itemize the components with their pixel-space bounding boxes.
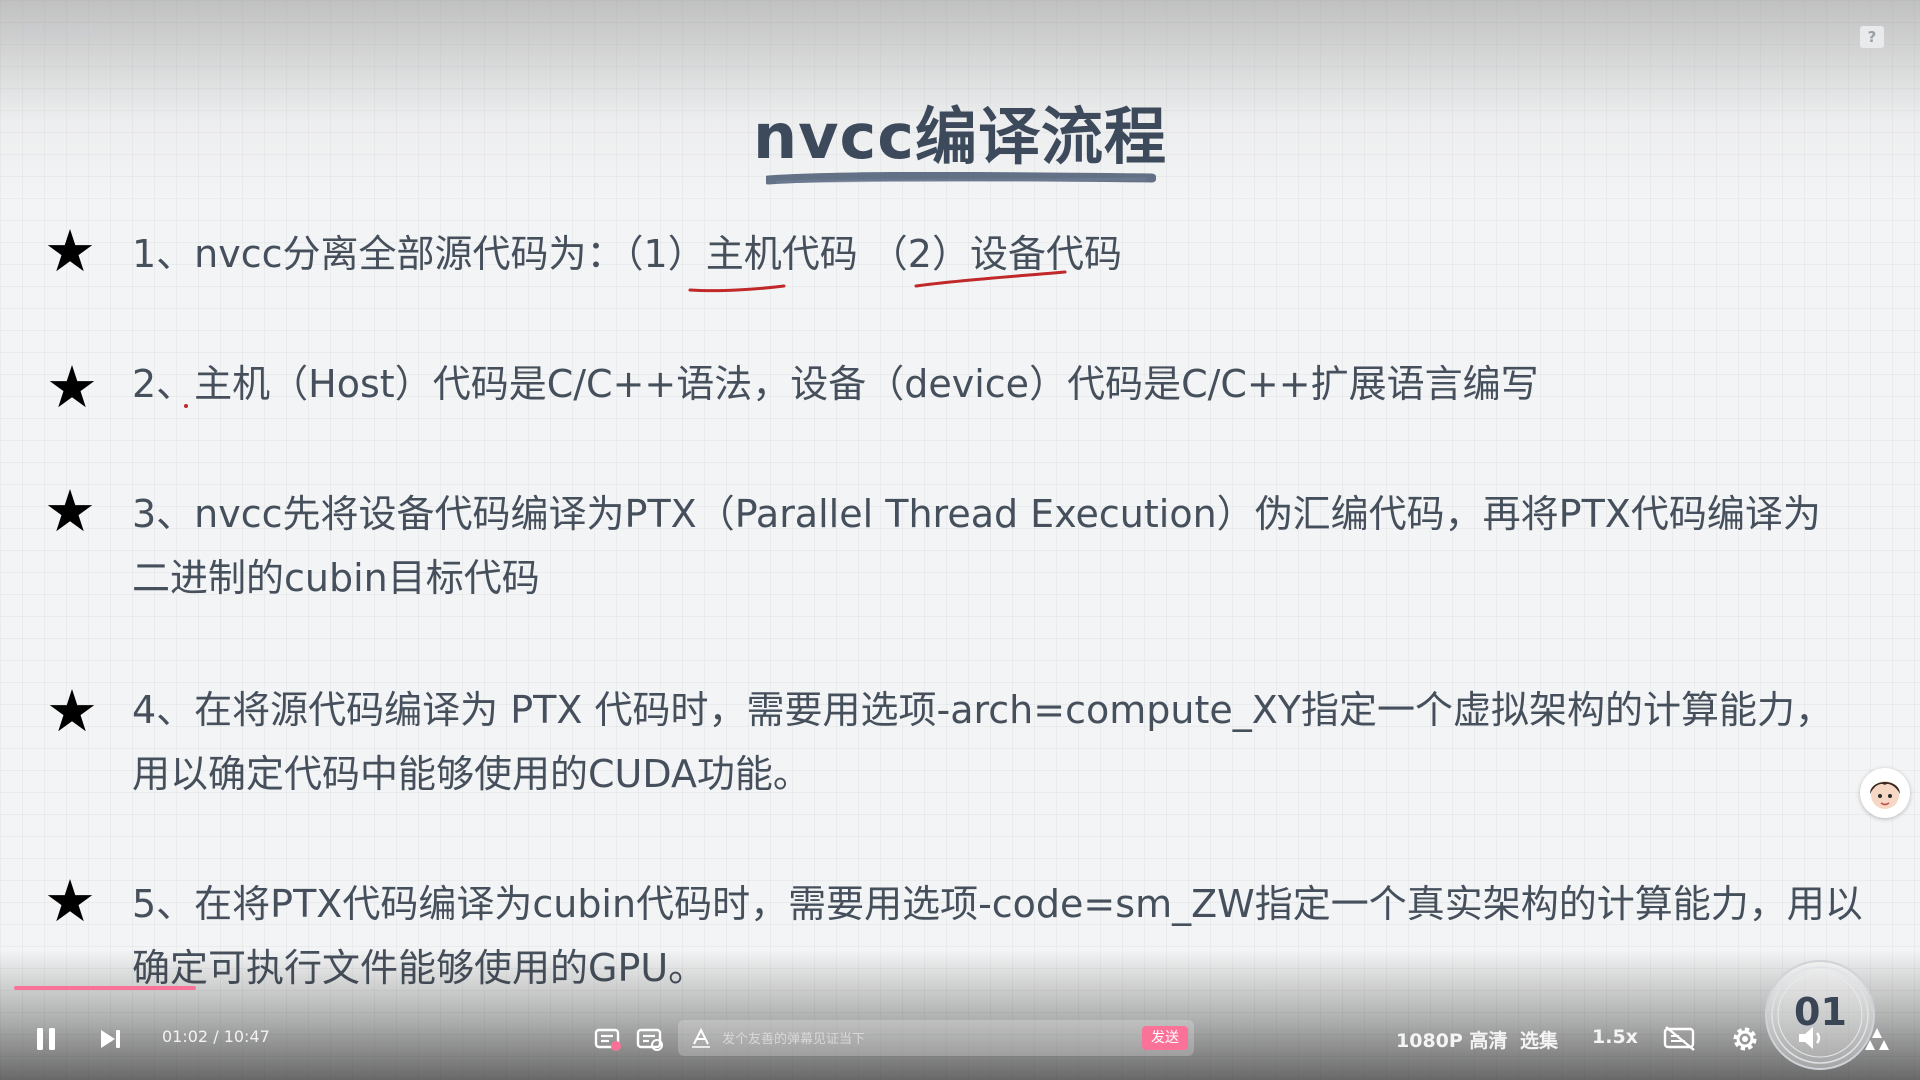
bullet-item-1: 1、nvcc分离全部源代码为：（1）主机代码 （2）设备代码 (132, 222, 1122, 286)
bullet-text: 2、主机（Host）代码是C/C++语法，设备（device）代码是C/C++扩… (132, 362, 1539, 406)
star-bullet-icon: ★ (44, 217, 96, 285)
duration: 10:47 (223, 1027, 270, 1046)
viewer-count: 2人正在看 (24, 22, 94, 40)
progress-bar[interactable] (14, 986, 196, 990)
danmaku-toggle-icon[interactable] (594, 1026, 622, 1052)
pause-icon[interactable] (34, 1026, 58, 1052)
video-frame[interactable]: 2人正在看 ? nvcc编译流程 ★ 1、nvcc分离全部源代码为：（1）主机代… (0, 0, 1920, 1080)
bullet-text: 1、nvcc分离全部源代码为：（1）主机代码 （2）设备代码 (132, 232, 1122, 276)
avatar[interactable] (1860, 768, 1910, 818)
bullet-text-line-2: 二进制的cubin目标代码 (132, 556, 540, 600)
bullet-item-4: 4、在将源代码编译为 PTX 代码时，需要用选项-arch=compute_XY… (132, 678, 1833, 806)
next-icon[interactable] (98, 1028, 124, 1050)
danmaku-input[interactable] (720, 1027, 1124, 1051)
current-time: 01:02 (162, 1027, 209, 1046)
avatar-face-icon (1870, 781, 1900, 809)
star-bullet-icon: ★ (46, 677, 98, 745)
bullet-item-3: 3、nvcc先将设备代码编译为PTX（Parallel Thread Execu… (132, 482, 1821, 610)
help-button[interactable]: ? (1860, 26, 1884, 48)
danmaku-settings-icon[interactable] (636, 1026, 664, 1052)
text-style-icon[interactable] (690, 1028, 712, 1048)
player-control-bar (0, 950, 1920, 1080)
star-bullet-icon: ★ (44, 867, 96, 935)
chapter-label: 01 (1794, 990, 1847, 1034)
bullet-text-line-1: 5、在将PTX代码编译为cubin代码时，需要用选项-code=sm_ZW指定一… (132, 882, 1863, 926)
star-bullet-icon: ★ (46, 353, 98, 421)
bullet-text-line-1: 4、在将源代码编译为 PTX 代码时，需要用选项-arch=compute_XY… (132, 688, 1833, 732)
time-separator: / (213, 1027, 219, 1046)
slide-title: nvcc编译流程 (752, 100, 1168, 173)
star-bullet-icon: ★ (44, 477, 96, 545)
gear-icon[interactable] (1730, 1024, 1760, 1054)
bullet-text-line-1: 3、nvcc先将设备代码编译为PTX（Parallel Thread Execu… (132, 492, 1821, 536)
bullet-item-2: 2、主机（Host）代码是C/C++语法，设备（device）代码是C/C++扩… (132, 352, 1539, 416)
episodes-button[interactable]: 选集 (1520, 1026, 1558, 1053)
subtitle-off-icon[interactable] (1662, 1024, 1698, 1052)
underline-host-code (688, 284, 786, 293)
send-button[interactable]: 发送 (1142, 1026, 1188, 1050)
fullscreen-icon[interactable] (1862, 1024, 1892, 1054)
quality-selector[interactable]: 1080P 高清 (1396, 1026, 1507, 1053)
bullet-text-line-2: 用以确定代码中能够使用的CUDA功能。 (132, 752, 811, 796)
playback-time: 01:02 / 10:47 (162, 1027, 270, 1046)
danmaku-bar: 发送 (678, 1020, 1194, 1056)
title-underline-brush (766, 172, 1156, 185)
speed-selector[interactable]: 1.5x (1592, 1026, 1638, 1048)
